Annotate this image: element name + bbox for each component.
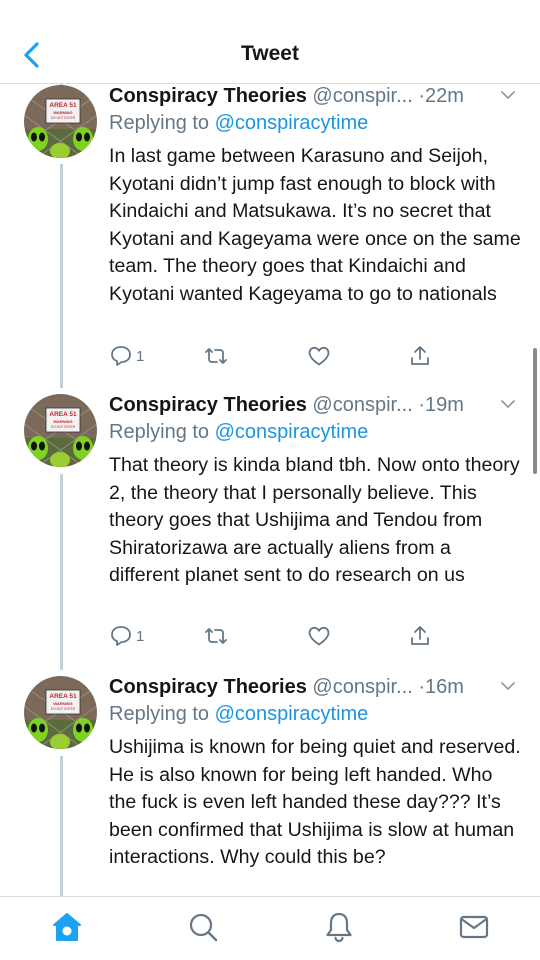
mail-icon[interactable] xyxy=(458,911,490,943)
replying-to: Replying to @conspiracytime xyxy=(109,421,369,443)
reply-button[interactable]: 1 xyxy=(109,344,144,368)
thread-line xyxy=(60,164,63,388)
tweet-text: That theory is kinda bland tbh. Now onto… xyxy=(109,454,520,586)
share-icon xyxy=(411,346,429,365)
tweet-header: Conspiracy Theories @conspir... ·19m xyxy=(109,394,529,417)
timestamp: ·19m xyxy=(418,394,464,416)
svg-text:WARNING: WARNING xyxy=(53,110,72,115)
home-icon[interactable] xyxy=(51,911,83,943)
bell-icon[interactable] xyxy=(323,911,355,943)
like-button[interactable] xyxy=(307,344,331,368)
replying-to: Replying to @conspiracytime xyxy=(109,112,369,134)
reply-count: 1 xyxy=(136,627,145,645)
avatar[interactable]: AREA 51 WARNING DO NOT ENTER xyxy=(24,85,97,158)
mention-link[interactable]: @conspiracytime xyxy=(215,112,369,134)
retweet-button[interactable] xyxy=(204,624,228,648)
top-nav-bar: Tweet xyxy=(0,0,540,84)
username[interactable]: @conspir... xyxy=(312,85,412,107)
retweet-button[interactable] xyxy=(204,344,228,368)
display-name[interactable]: Conspiracy Theories xyxy=(109,676,307,698)
svg-text:DO NOT ENTER: DO NOT ENTER xyxy=(51,425,76,429)
tweet-text: Ushijima is known for being quiet and re… xyxy=(109,736,521,868)
scrollbar[interactable] xyxy=(533,348,537,474)
tweet-actions: 1 xyxy=(109,344,439,370)
bottom-tab-bar xyxy=(0,896,540,960)
replying-to: Replying to @conspiracytime xyxy=(109,703,369,725)
avatar[interactable]: AREA 51 WARNING DO NOT ENTER xyxy=(24,394,97,467)
like-button[interactable] xyxy=(307,624,331,648)
reply-button[interactable]: 1 xyxy=(109,624,144,648)
svg-text:DO NOT ENTER: DO NOT ENTER xyxy=(51,116,76,120)
thread-line xyxy=(60,474,63,670)
username[interactable]: @conspir... xyxy=(312,676,412,698)
thread-line xyxy=(60,756,63,896)
chevron-down-icon[interactable] xyxy=(500,680,516,692)
retweet-icon xyxy=(205,628,227,644)
reply-icon xyxy=(111,626,131,646)
chevron-down-icon[interactable] xyxy=(500,89,516,101)
timestamp: ·22m xyxy=(418,85,464,107)
svg-text:WARNING: WARNING xyxy=(53,701,72,706)
timestamp: ·16m xyxy=(418,676,464,698)
tweet-text: In last game between Karasuno and Seijoh… xyxy=(109,145,521,305)
sign-text: AREA 51 xyxy=(49,411,77,418)
svg-text:WARNING: WARNING xyxy=(53,419,72,424)
tweet-actions: 1 xyxy=(109,624,439,650)
retweet-icon xyxy=(205,348,227,364)
reply-count: 1 xyxy=(136,347,145,365)
mention-link[interactable]: @conspiracytime xyxy=(215,421,369,443)
display-name[interactable]: Conspiracy Theories xyxy=(109,85,307,107)
sign-text: AREA 51 xyxy=(49,693,77,700)
page-title: Tweet xyxy=(241,42,299,65)
reply-icon xyxy=(111,346,131,366)
svg-text:DO NOT ENTER: DO NOT ENTER xyxy=(51,707,76,711)
heart-icon xyxy=(308,626,330,646)
avatar[interactable]: AREA 51 WARNING DO NOT ENTER xyxy=(24,676,97,749)
heart-icon xyxy=(308,346,330,366)
share-button[interactable] xyxy=(408,344,432,368)
share-button[interactable] xyxy=(408,624,432,648)
sign-text: AREA 51 xyxy=(49,102,77,109)
chevron-down-icon[interactable] xyxy=(500,398,516,410)
tweet-header: Conspiracy Theories @conspir... ·16m xyxy=(109,676,529,699)
username[interactable]: @conspir... xyxy=(312,394,412,416)
display-name[interactable]: Conspiracy Theories xyxy=(109,394,307,416)
search-icon[interactable] xyxy=(187,911,219,943)
share-icon xyxy=(411,626,429,645)
tweet-header: Conspiracy Theories @conspir... ·22m xyxy=(109,85,529,108)
mention-link[interactable]: @conspiracytime xyxy=(215,703,369,725)
